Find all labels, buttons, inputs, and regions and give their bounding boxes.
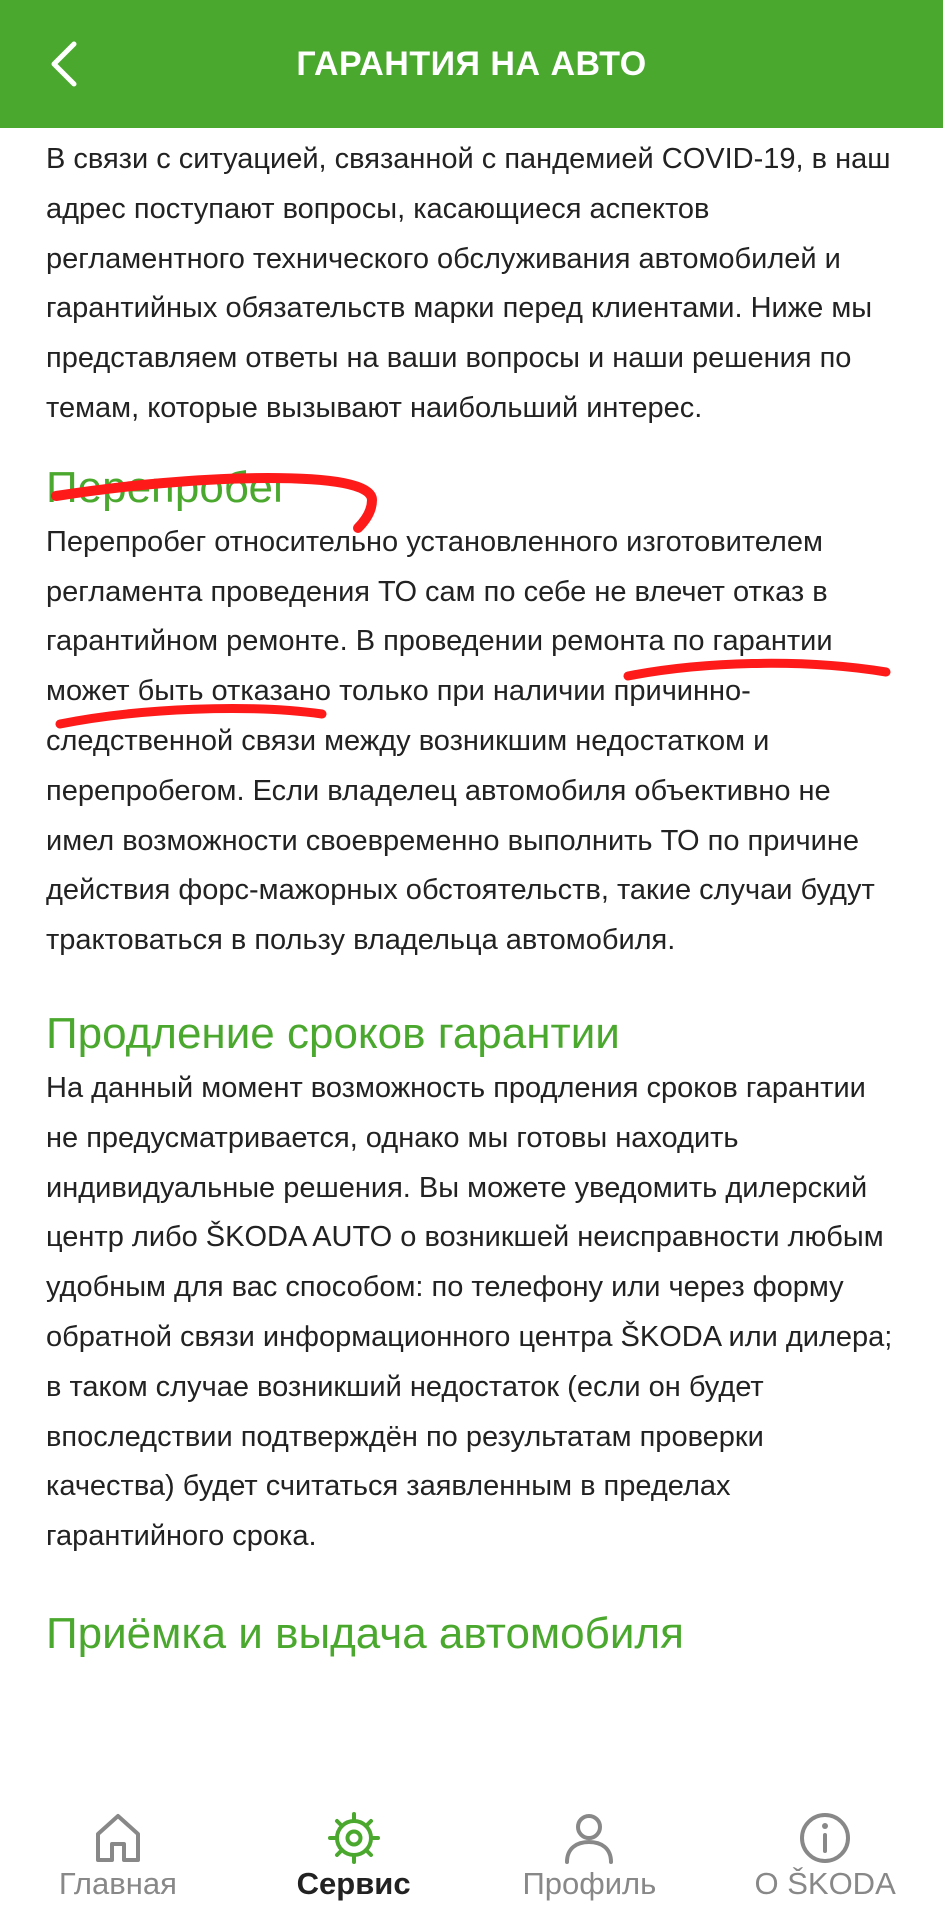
section-title-warranty-extension: Продление сроков гарантии <box>46 1008 620 1058</box>
app-header: ГАРАНТИЯ НА АВТО <box>0 0 943 128</box>
nav-item-about[interactable]: О ŠKODA <box>707 1780 943 1920</box>
nav-label-service: Сервис <box>296 1866 411 1901</box>
intro-paragraph: В связи с ситуацией, связанной с пандеми… <box>46 143 891 424</box>
user-icon <box>565 1814 614 1864</box>
info-icon <box>800 1813 851 1863</box>
page-title: ГАРАНТИЯ НА АВТО <box>296 45 647 83</box>
section-title-overmileage: Перепробег <box>46 462 290 512</box>
bottom-navigation: Главная Сервис Профиль О ŠKODA <box>0 1780 943 1920</box>
nav-label-about: О ŠKODA <box>754 1866 896 1901</box>
section-title-vehicle-handover: Приёмка и выдача автомобиля <box>46 1608 684 1658</box>
home-icon <box>95 1814 140 1862</box>
nav-item-profile[interactable]: Профиль <box>472 1780 708 1920</box>
section-text-overmileage: Перепробег относительно установленного и… <box>46 525 875 957</box>
gear-icon <box>327 1812 380 1864</box>
section-text-warranty-extension: На данный момент возможность продления с… <box>46 1071 893 1553</box>
nav-item-service[interactable]: Сервис <box>236 1780 472 1920</box>
article-content[interactable]: В связи с ситуацией, связанной с пандеми… <box>0 128 943 1780</box>
nav-label-profile: Профиль <box>522 1866 657 1901</box>
nav-label-home: Главная <box>58 1866 177 1901</box>
nav-item-home[interactable]: Главная <box>0 1780 236 1920</box>
